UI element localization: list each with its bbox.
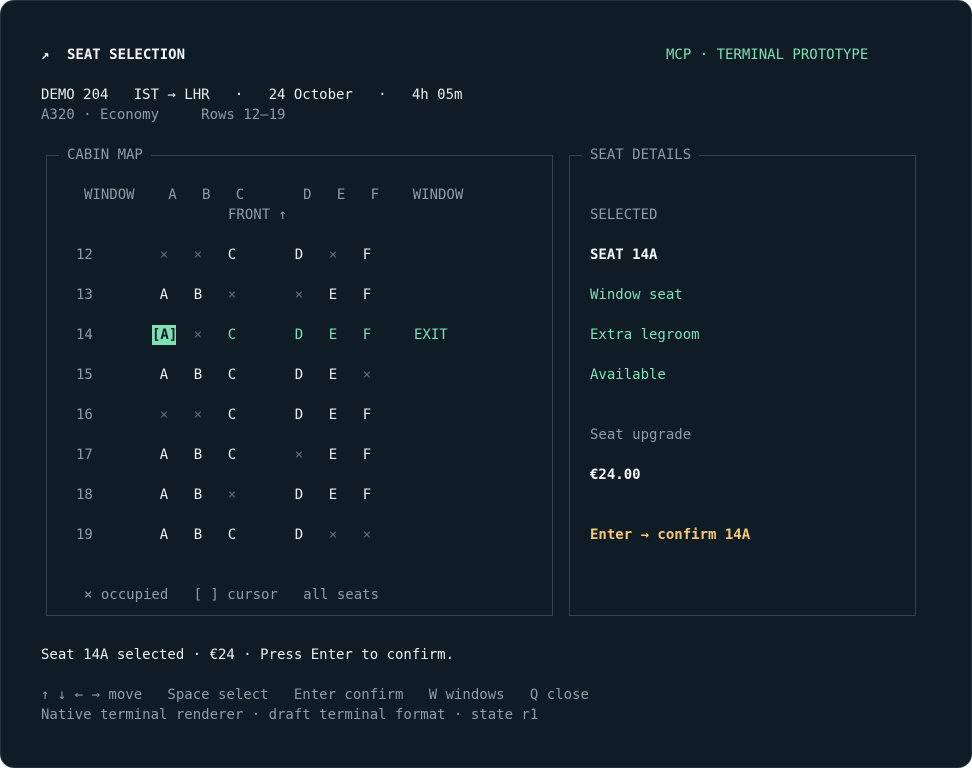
seat-19f: × bbox=[362, 527, 372, 543]
upgrade-price: €24.00 bbox=[590, 467, 641, 483]
cabin-map-panel bbox=[46, 155, 553, 616]
selected-label: SELECTED bbox=[590, 207, 658, 223]
seat-19e: × bbox=[328, 527, 338, 543]
seat-13e[interactable]: E bbox=[322, 285, 344, 305]
page-title: SEAT SELECTION bbox=[67, 47, 186, 63]
flight-summary: DEMO 204 IST → LHR · 24 October · 4h 05m bbox=[41, 87, 463, 103]
seat-13d: × bbox=[294, 287, 304, 303]
row-number: 13 bbox=[76, 287, 93, 303]
seat-15d[interactable]: D bbox=[288, 365, 310, 385]
seat-16d[interactable]: D bbox=[288, 405, 310, 425]
row-number: 12 bbox=[76, 247, 93, 263]
seat-details-title: SEAT DETAILS bbox=[582, 145, 700, 165]
seat-17e[interactable]: E bbox=[322, 445, 344, 465]
selected-seat: SEAT 14A bbox=[590, 247, 658, 263]
row-number: 19 bbox=[76, 527, 93, 543]
seat-15a[interactable]: A bbox=[153, 365, 175, 385]
seat-17f[interactable]: F bbox=[356, 445, 378, 465]
seat-13b[interactable]: B bbox=[187, 285, 209, 305]
seat-15f: × bbox=[362, 367, 372, 383]
seat-availability: Available bbox=[590, 367, 666, 383]
seat-17b[interactable]: B bbox=[187, 445, 209, 465]
seat-12d[interactable]: D bbox=[288, 245, 310, 265]
prototype-tag: MCP · TERMINAL PROTOTYPE bbox=[666, 47, 869, 63]
seat-17d: × bbox=[294, 447, 304, 463]
renderer-footer: Native terminal renderer · draft termina… bbox=[41, 707, 539, 723]
seat-15c[interactable]: C bbox=[221, 365, 243, 385]
seat-17c[interactable]: C bbox=[221, 445, 243, 465]
seat-14d[interactable]: D bbox=[288, 325, 310, 345]
seat-18a[interactable]: A bbox=[153, 485, 175, 505]
seat-19b[interactable]: B bbox=[187, 525, 209, 545]
row-number: 16 bbox=[76, 407, 93, 423]
seat-12a: × bbox=[159, 247, 169, 263]
seat-16f[interactable]: F bbox=[356, 405, 378, 425]
seat-attribute-window: Window seat bbox=[590, 287, 683, 303]
cabin-map-title: CABIN MAP bbox=[59, 145, 151, 165]
seat-16a: × bbox=[159, 407, 169, 423]
seat-12f[interactable]: F bbox=[356, 245, 378, 265]
seat-13f[interactable]: F bbox=[356, 285, 378, 305]
seat-18c: × bbox=[227, 487, 237, 503]
cabin-header-row: WINDOW A B C D E F WINDOW bbox=[84, 187, 464, 203]
seat-14e[interactable]: E bbox=[322, 325, 344, 345]
status-line: Seat 14A selected · €24 · Press Enter to… bbox=[41, 647, 455, 663]
seat-12b: × bbox=[193, 247, 203, 263]
confirm-hint[interactable]: Enter → confirm 14A bbox=[590, 525, 750, 545]
upgrade-label: Seat upgrade bbox=[590, 427, 692, 443]
seat-18e[interactable]: E bbox=[322, 485, 344, 505]
seat-14c[interactable]: C bbox=[221, 325, 243, 345]
seat-13a[interactable]: A bbox=[153, 285, 175, 305]
seat-16c[interactable]: C bbox=[221, 405, 243, 425]
seat-17a[interactable]: A bbox=[153, 445, 175, 465]
row-number: 14 bbox=[76, 327, 93, 343]
seat-19d[interactable]: D bbox=[288, 525, 310, 545]
terminal-window: ↗ SEAT SELECTION MCP · TERMINAL PROTOTYP… bbox=[0, 0, 972, 768]
row-number: 18 bbox=[76, 487, 93, 503]
row-number: 17 bbox=[76, 447, 93, 463]
arrow-up-right-icon: ↗ bbox=[41, 47, 50, 63]
aircraft-info: A320 · Economy Rows 12–19 bbox=[41, 107, 286, 123]
seat-16b: × bbox=[193, 407, 203, 423]
seat-14b: × bbox=[193, 327, 203, 343]
seat-14f[interactable]: F bbox=[356, 325, 378, 345]
seat-19c[interactable]: C bbox=[221, 525, 243, 545]
seat-12c[interactable]: C bbox=[221, 245, 243, 265]
seat-15e[interactable]: E bbox=[322, 365, 344, 385]
seat-13c: × bbox=[227, 287, 237, 303]
key-hints: ↑ ↓ ← → move Space select Enter confirm … bbox=[41, 687, 589, 703]
seat-attribute-legroom: Extra legroom bbox=[590, 327, 700, 343]
front-label: FRONT ↑ bbox=[228, 207, 288, 223]
row-number: 15 bbox=[76, 367, 93, 383]
exit-row-label: EXIT bbox=[414, 327, 448, 343]
cabin-legend: × occupied [ ] cursor all seats bbox=[84, 587, 380, 603]
seat-15b[interactable]: B bbox=[187, 365, 209, 385]
seat-12e: × bbox=[328, 247, 338, 263]
seat-18d[interactable]: D bbox=[288, 485, 310, 505]
seat-19a[interactable]: A bbox=[153, 525, 175, 545]
seat-18b[interactable]: B bbox=[187, 485, 209, 505]
seat-16e[interactable]: E bbox=[322, 405, 344, 425]
seat-18f[interactable]: F bbox=[356, 485, 378, 505]
seat-14a[interactable]: [A] bbox=[152, 325, 177, 345]
